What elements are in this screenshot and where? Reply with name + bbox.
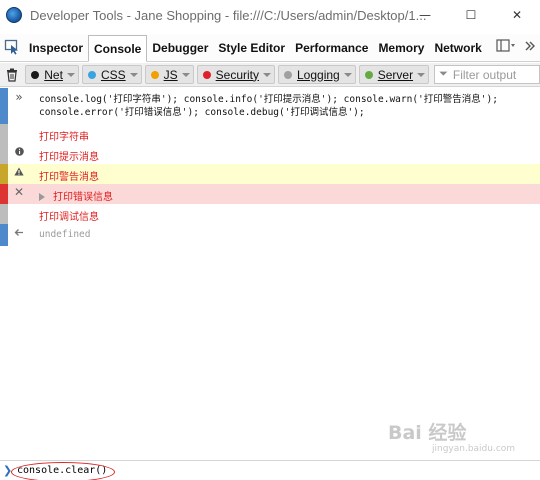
console-filter-bar: Net CSS JS Security Logging Server ⏷ Filt… (0, 63, 540, 87)
window-title: Developer Tools - Jane Shopping - file:/… (30, 7, 427, 23)
toolbox-tabs: Inspector Console Debugger Style Editor … (0, 34, 540, 62)
warning-icon (12, 167, 26, 176)
window-controls: — ☐ ✕ (402, 0, 540, 30)
tab-style-editor[interactable]: Style Editor (213, 34, 290, 61)
watermark-url: jingyan.baidu.com (432, 444, 516, 454)
tab-network[interactable]: Network (429, 34, 486, 61)
chevron-down-icon (129, 72, 138, 77)
error-message[interactable]: ✕ 打印错误信息 (0, 184, 540, 204)
result-arrow-icon (12, 228, 26, 237)
filter-funnel-icon: ⏷ (439, 68, 448, 80)
info-message-text: 打印提示消息 (39, 152, 99, 163)
input-gutter (0, 88, 8, 124)
error-x-icon: ✕ (13, 185, 25, 199)
net-dot-icon (31, 70, 40, 79)
minimize-button[interactable]: — (402, 0, 448, 30)
console-input-echo: » console.log('打印字符串'); console.info('打印… (0, 88, 540, 124)
info-icon (12, 147, 26, 156)
filter-js-button[interactable]: JS (144, 65, 194, 84)
filter-logging-button[interactable]: Logging (278, 65, 356, 84)
watermark-main: Bai 经验 (388, 422, 467, 444)
maximize-button[interactable]: ☐ (448, 0, 494, 30)
result-row: undefined (0, 224, 540, 246)
warn-message-text: 打印警告消息 (39, 172, 99, 183)
warn-message[interactable]: 打印警告消息 (0, 164, 540, 184)
chevron-down-icon (66, 72, 75, 77)
tab-inspector[interactable]: Inspector (24, 34, 88, 61)
tab-debugger[interactable]: Debugger (147, 34, 213, 61)
element-picker-icon[interactable] (0, 33, 24, 61)
js-dot-icon (150, 70, 159, 79)
chevron-down-icon (263, 72, 271, 77)
chevron-down-icon (343, 72, 352, 77)
console-output: » console.log('打印字符串'); console.info('打印… (0, 88, 540, 460)
toolbox-extra-controls (496, 34, 540, 61)
close-button[interactable]: ✕ (494, 0, 540, 30)
red-highlight-circle (11, 462, 115, 480)
result-text: undefined (39, 229, 91, 240)
security-dot-icon (202, 70, 211, 79)
chevron-down-icon (417, 72, 426, 77)
firefox-devtools-icon (6, 7, 22, 23)
clear-console-icon[interactable] (4, 66, 19, 84)
baidu-jingyan-watermark: Bai 经验 jingyan.baidu.com (388, 418, 518, 462)
chevron-down-icon (181, 72, 190, 77)
filter-output-input[interactable]: ⏷ Filter output (434, 65, 540, 84)
expand-arrow-icon[interactable] (39, 193, 45, 201)
filter-css-button[interactable]: CSS (81, 65, 142, 84)
log-message: 打印字符串 (0, 124, 540, 144)
input-echo-line-2: console.error('打印错误信息'); console.debug('… (39, 107, 365, 118)
debug-message-text: 打印调试信息 (39, 212, 99, 223)
title-bar: Developer Tools - Jane Shopping - file:/… (0, 0, 540, 30)
input-chevron-icon: » (15, 90, 23, 104)
server-dot-icon (364, 70, 373, 79)
more-tools-icon[interactable] (524, 39, 536, 56)
tab-performance[interactable]: Performance (290, 34, 373, 61)
info-message: 打印提示消息 (0, 144, 540, 164)
dock-options-icon[interactable] (496, 39, 516, 56)
filter-server-button[interactable]: Server (358, 65, 430, 84)
filter-security-button[interactable]: Security (196, 65, 275, 84)
tab-console[interactable]: Console (88, 35, 148, 62)
filter-net-button[interactable]: Net (25, 65, 79, 84)
logging-dot-icon (284, 70, 292, 79)
log-message-text: 打印字符串 (39, 132, 89, 143)
input-echo-line-1: console.log('打印字符串'); console.info('打印提示… (39, 94, 498, 105)
css-dot-icon (87, 70, 96, 79)
tab-memory[interactable]: Memory (373, 34, 429, 61)
debug-message: 打印调试信息 (0, 204, 540, 224)
error-message-text: 打印错误信息 (53, 192, 113, 203)
